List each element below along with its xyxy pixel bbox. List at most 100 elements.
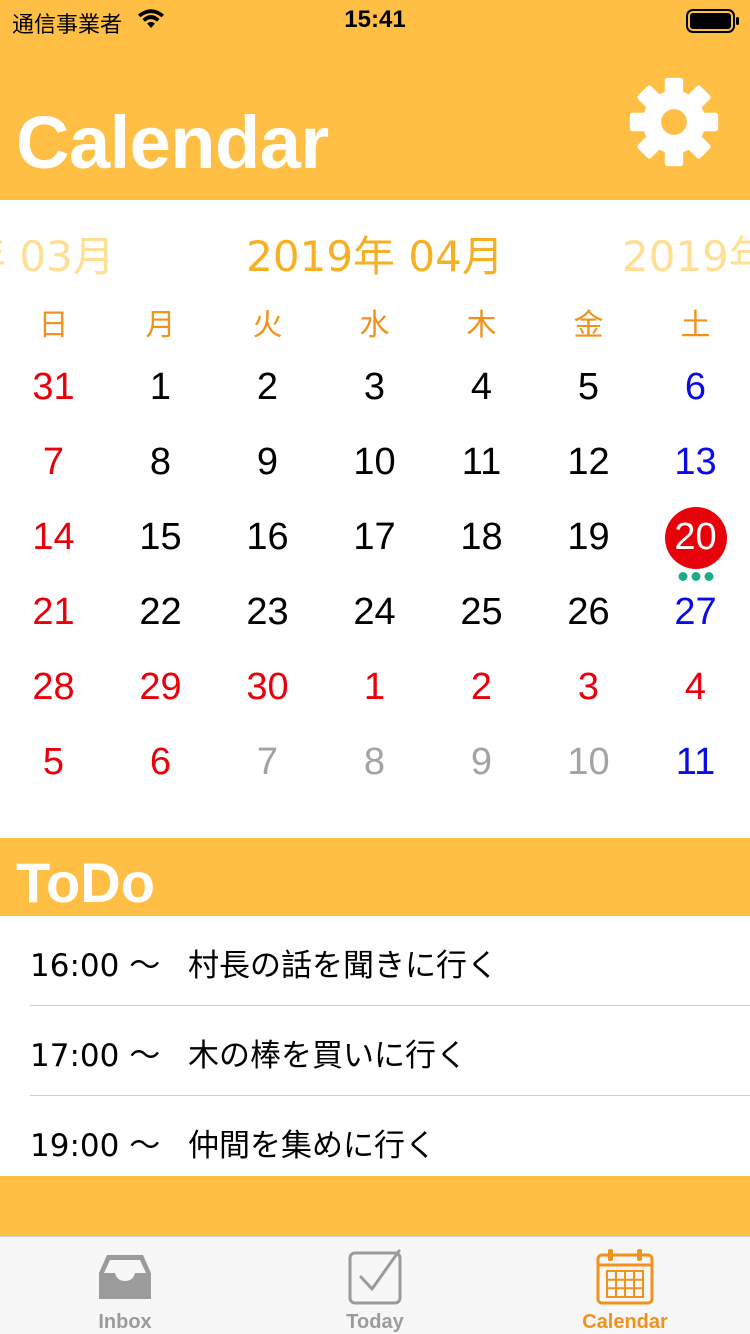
day-cell[interactable]: 25	[428, 575, 535, 650]
day-number: 4	[470, 366, 493, 408]
day-cell[interactable]: 30	[214, 650, 321, 725]
day-number: 12	[567, 441, 610, 483]
day-cell[interactable]: 9	[428, 725, 535, 800]
todo-section-header: ToDo	[0, 838, 750, 916]
day-number: 17	[353, 516, 396, 558]
day-number: 4	[684, 666, 707, 708]
day-number: 14	[32, 516, 75, 558]
day-cell[interactable]: 24	[321, 575, 428, 650]
weekday-sat: 土	[680, 308, 711, 343]
weekday-tue: 火	[252, 308, 283, 343]
day-cell[interactable]: 14	[0, 500, 107, 575]
day-cell-today[interactable]: 20	[642, 500, 749, 581]
day-cell[interactable]: 4	[428, 350, 535, 425]
weekday-mon: 月	[145, 308, 176, 343]
day-cell[interactable]: 15	[107, 500, 214, 575]
day-cell[interactable]: 23	[214, 575, 321, 650]
day-cell[interactable]: 2	[214, 350, 321, 425]
day-cell[interactable]: 27	[642, 575, 749, 650]
day-cell[interactable]: 28	[0, 650, 107, 725]
todo-time: 19:00 〜	[30, 1128, 161, 1164]
event-dot	[704, 572, 713, 581]
day-cell[interactable]: 10	[535, 725, 642, 800]
day-cell[interactable]: 6	[107, 725, 214, 800]
day-cell[interactable]: 3	[321, 350, 428, 425]
day-number: 26	[567, 591, 610, 633]
tab-bar: Inbox Today Calendar	[0, 1236, 750, 1334]
next-month-label[interactable]: 2019年	[622, 236, 750, 278]
day-number: 23	[246, 591, 289, 633]
day-cell[interactable]: 18	[428, 500, 535, 575]
day-cell[interactable]: 3	[535, 650, 642, 725]
bottom-band	[0, 1176, 750, 1236]
todo-row[interactable]: 19:00 〜 仲間を集めに行く	[0, 1096, 750, 1186]
weekday-thu: 木	[466, 308, 497, 343]
battery-icon	[686, 9, 739, 33]
day-cell[interactable]: 12	[535, 425, 642, 500]
checkbox-icon	[348, 1249, 402, 1305]
page-title: Calendar	[16, 101, 329, 184]
tab-today[interactable]: Today	[250, 1237, 500, 1334]
day-cell[interactable]: 7	[214, 725, 321, 800]
day-cell[interactable]: 22	[107, 575, 214, 650]
day-cell[interactable]: 26	[535, 575, 642, 650]
gear-icon[interactable]	[628, 76, 720, 168]
day-number: 30	[246, 666, 289, 708]
day-number: 3	[577, 666, 600, 708]
day-number: 31	[32, 366, 75, 408]
todo-row[interactable]: 17:00 〜 木の棒を買いに行く	[0, 1006, 750, 1096]
day-number: 6	[684, 366, 707, 408]
day-number: 5	[577, 366, 600, 408]
day-cell[interactable]: 11	[428, 425, 535, 500]
weekday-wed: 水	[359, 308, 390, 343]
day-cell[interactable]: 7	[0, 425, 107, 500]
day-cell[interactable]: 5	[535, 350, 642, 425]
day-number: 1	[363, 666, 386, 708]
day-number: 8	[149, 441, 172, 483]
day-cell[interactable]: 4	[642, 650, 749, 725]
day-cell[interactable]: 11	[642, 725, 749, 800]
todo-title: ToDo	[16, 851, 155, 914]
tab-inbox[interactable]: Inbox	[0, 1237, 250, 1334]
todo-row[interactable]: 16:00 〜 村長の話を聞きに行く	[0, 916, 750, 1006]
day-cell[interactable]: 17	[321, 500, 428, 575]
calendar-grid: 31 1 2 3 4 5 6 7 8 9 10 11 12 13 14 15 16 17 18 19 20 21 22 23 2…	[0, 350, 750, 800]
clock: 15:41	[344, 6, 406, 33]
month-pager[interactable]: 年 03月 2019年 04月 2019年	[0, 200, 750, 288]
weekday-sun: 日	[38, 308, 69, 343]
todo-list: 16:00 〜 村長の話を聞きに行く 17:00 〜 木の棒を買いに行く 19:…	[0, 916, 750, 1176]
day-cell[interactable]: 10	[321, 425, 428, 500]
day-number: 10	[353, 441, 396, 483]
tab-calendar[interactable]: Calendar	[500, 1237, 750, 1334]
day-cell[interactable]: 16	[214, 500, 321, 575]
day-number: 22	[139, 591, 182, 633]
day-cell[interactable]: 13	[642, 425, 749, 500]
day-cell[interactable]: 29	[107, 650, 214, 725]
day-cell[interactable]: 31	[0, 350, 107, 425]
day-cell[interactable]: 21	[0, 575, 107, 650]
tab-label: Calendar	[582, 1311, 668, 1333]
todo-text: 仲間を集めに行く	[188, 1128, 436, 1164]
day-number: 11	[461, 441, 502, 483]
day-cell[interactable]: 1	[321, 650, 428, 725]
day-cell[interactable]: 6	[642, 350, 749, 425]
app-header: Calendar	[0, 40, 750, 200]
day-cell[interactable]: 8	[321, 725, 428, 800]
day-number: 15	[139, 516, 182, 558]
day-number: 6	[149, 741, 172, 783]
todo-text: 村長の話を聞きに行く	[188, 948, 498, 984]
event-dot	[691, 572, 700, 581]
day-number: 25	[460, 591, 503, 633]
day-cell[interactable]: 19	[535, 500, 642, 575]
event-dot	[678, 572, 687, 581]
day-cell[interactable]: 1	[107, 350, 214, 425]
day-cell[interactable]: 8	[107, 425, 214, 500]
day-cell[interactable]: 2	[428, 650, 535, 725]
day-cell[interactable]: 5	[0, 725, 107, 800]
day-number: 7	[42, 441, 65, 483]
day-cell[interactable]: 9	[214, 425, 321, 500]
day-number: 2	[256, 366, 279, 408]
day-number: 1	[149, 366, 172, 408]
day-number: 7	[256, 741, 279, 783]
day-number: 13	[674, 441, 717, 483]
